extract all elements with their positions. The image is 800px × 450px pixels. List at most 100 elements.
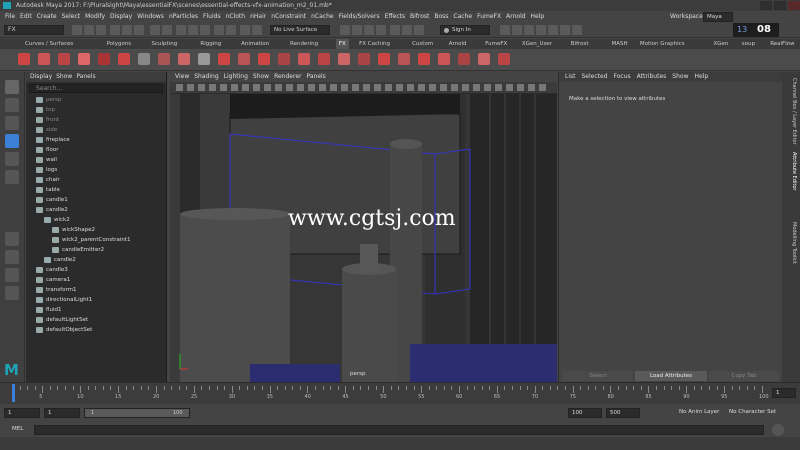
viewport-tool-icon[interactable]	[286, 84, 293, 91]
menu-bifrost[interactable]: Bifrost	[410, 13, 429, 20]
viewport-tool-icon[interactable]	[209, 84, 216, 91]
shelf-tool-icon[interactable]	[58, 53, 70, 65]
shelf-tool-icon[interactable]	[118, 53, 130, 65]
outliner-item[interactable]: side	[26, 125, 167, 135]
status-tool-icon[interactable]	[364, 25, 374, 35]
outliner-item[interactable]: fluid1	[26, 305, 167, 315]
current-time-indicator[interactable]	[12, 384, 15, 402]
menu-fumefx[interactable]: FumeFX	[477, 13, 501, 20]
shelf-tool-icon[interactable]	[178, 53, 190, 65]
shelf-tab-sculpting[interactable]: Sculpting	[149, 39, 181, 49]
menuset-dropdown[interactable]: FX	[4, 25, 64, 35]
viewport-tool-icon[interactable]	[176, 84, 183, 91]
viewport-tool-icon[interactable]	[330, 84, 337, 91]
status-tool-icon[interactable]	[84, 25, 94, 35]
outliner-item[interactable]: wall	[26, 155, 167, 165]
select-button[interactable]: Select	[563, 371, 633, 381]
script-editor-icon[interactable]	[772, 424, 784, 436]
menu-cache[interactable]: Cache	[453, 13, 472, 20]
viewport-tool-icon[interactable]	[308, 84, 315, 91]
shelf-tool-icon[interactable]	[438, 53, 450, 65]
status-tool-icon[interactable]	[390, 25, 400, 35]
viewport-tool-icon[interactable]	[396, 84, 403, 91]
viewport-tool-icon[interactable]	[429, 84, 436, 91]
shelf-tool-icon[interactable]	[38, 53, 50, 65]
attribute-menu-attributes[interactable]: Attributes	[637, 73, 667, 80]
attribute-editor-tab[interactable]: Attribute Editor	[785, 152, 797, 190]
viewport-tool-icon[interactable]	[319, 84, 326, 91]
shelf-tool-icon[interactable]	[98, 53, 110, 65]
menu-ncloth[interactable]: nCloth	[226, 13, 246, 20]
menu-ncache[interactable]: nCache	[311, 13, 333, 20]
menu-fields-solvers[interactable]: Fields/Solvers	[339, 13, 380, 20]
status-tool-icon[interactable]	[548, 25, 558, 35]
outliner-item[interactable]: candle2	[26, 205, 167, 215]
sign-in-button[interactable]: Sign In	[440, 25, 490, 35]
attribute-menu-show[interactable]: Show	[672, 73, 688, 80]
viewport-tool-icon[interactable]	[242, 84, 249, 91]
status-tool-icon[interactable]	[96, 25, 106, 35]
shelf-tab-custom[interactable]: Custom	[409, 39, 436, 49]
viewport-tool-icon[interactable]	[231, 84, 238, 91]
shelf-tool-icon[interactable]	[138, 53, 150, 65]
outliner-item[interactable]: candleEmitter2	[26, 245, 167, 255]
outliner-item[interactable]: candle3	[26, 265, 167, 275]
workspace-dropdown[interactable]: Maya	[703, 12, 733, 22]
shelf-tool-icon[interactable]	[258, 53, 270, 65]
outliner-item[interactable]: wick2_parentConstraint1	[26, 235, 167, 245]
viewport-tool-icon[interactable]	[440, 84, 447, 91]
start-frame-field[interactable]: 1	[4, 408, 40, 418]
viewport-tool-icon[interactable]	[253, 84, 260, 91]
load-attributes-button[interactable]: Load Attributes	[635, 371, 707, 381]
move-tool-icon[interactable]	[5, 134, 19, 148]
shelf-tab-soup[interactable]: soup	[739, 39, 758, 49]
menu-display[interactable]: Display	[110, 13, 132, 20]
status-tool-icon[interactable]	[240, 25, 250, 35]
status-tool-icon[interactable]	[176, 25, 186, 35]
outliner-menu-show[interactable]: Show	[56, 73, 72, 80]
end-frame-field[interactable]: 100	[568, 408, 602, 418]
shelf-tool-icon[interactable]	[158, 53, 170, 65]
menu-effects[interactable]: Effects	[385, 13, 405, 20]
minimize-button[interactable]	[760, 1, 772, 10]
outliner-item[interactable]: front	[26, 115, 167, 125]
status-tool-icon[interactable]	[524, 25, 534, 35]
range-slider[interactable]: 1 100	[84, 408, 190, 418]
status-tool-icon[interactable]	[352, 25, 362, 35]
outliner-item[interactable]: candle1	[26, 195, 167, 205]
status-tool-icon[interactable]	[214, 25, 224, 35]
shelf-tab-bifrost[interactable]: Bifrost	[568, 39, 592, 49]
shelf-tab-xgen-user[interactable]: XGen_User	[519, 39, 555, 49]
attribute-menu-help[interactable]: Help	[694, 73, 708, 80]
menu-boss[interactable]: Boss	[434, 13, 448, 20]
attribute-menu-selected[interactable]: Selected	[582, 73, 608, 80]
viewport-tool-icon[interactable]	[385, 84, 392, 91]
select-tool-icon[interactable]	[5, 80, 19, 94]
outliner-item[interactable]: table	[26, 185, 167, 195]
viewport-tool-icon[interactable]	[539, 84, 546, 91]
lasso-tool-icon[interactable]	[5, 98, 19, 112]
viewport-tool-icon[interactable]	[352, 84, 359, 91]
viewport-tool-icon[interactable]	[363, 84, 370, 91]
status-tool-icon[interactable]	[402, 25, 412, 35]
viewport-menu-lighting[interactable]: Lighting	[224, 73, 248, 80]
layout-outliner-icon[interactable]	[5, 286, 19, 300]
shelf-tool-icon[interactable]	[338, 53, 350, 65]
viewport-tool-icon[interactable]	[374, 84, 381, 91]
viewport-tool-icon[interactable]	[506, 84, 513, 91]
outliner-item[interactable]: candle2	[26, 255, 167, 265]
viewport-tool-icon[interactable]	[451, 84, 458, 91]
shelf-tool-icon[interactable]	[198, 53, 210, 65]
menu-select[interactable]: Select	[62, 13, 81, 20]
shelf-tab-mash[interactable]: MASH	[609, 39, 631, 49]
status-tool-icon[interactable]	[122, 25, 132, 35]
viewport-tool-icon[interactable]	[528, 84, 535, 91]
shelf-tab-xgen[interactable]: XGen	[710, 39, 731, 49]
shelf-tool-icon[interactable]	[378, 53, 390, 65]
outliner-menu-display[interactable]: Display	[30, 73, 52, 80]
status-tool-icon[interactable]	[414, 25, 424, 35]
paint-select-tool-icon[interactable]	[5, 116, 19, 130]
status-tool-icon[interactable]	[134, 25, 144, 35]
time-slider[interactable]: 1 5 10 15 20 25 30 35 40 45 50 55 60 65 70 75 80 85 90 95 1…	[0, 382, 800, 404]
layout-single-icon[interactable]	[5, 232, 19, 246]
